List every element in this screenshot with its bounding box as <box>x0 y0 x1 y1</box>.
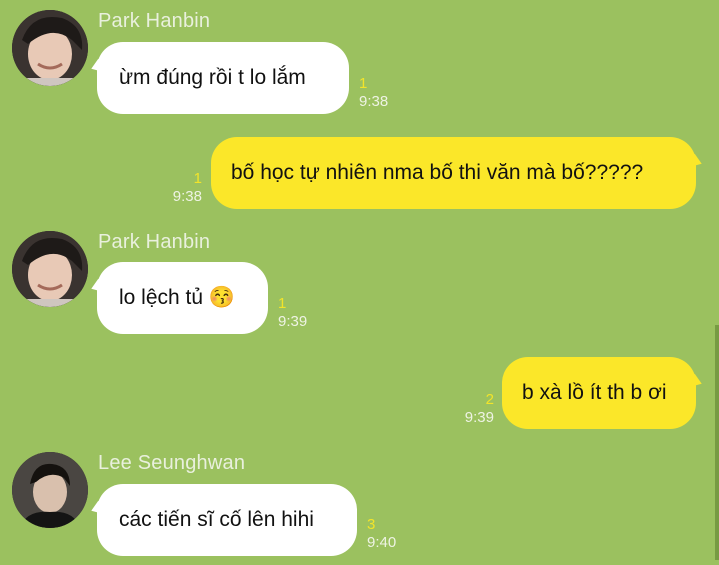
message-meta: 1 9:38 <box>173 170 202 206</box>
message-bubble-incoming[interactable]: các tiến sĩ cố lên hihi <box>97 484 357 556</box>
message-bubble-incoming[interactable]: lo lệch tủ 😚 <box>97 262 268 334</box>
avatar[interactable] <box>12 231 88 307</box>
message-meta: 3 9:40 <box>367 516 396 552</box>
avatar[interactable] <box>12 10 88 86</box>
unread-count: 1 <box>193 170 202 187</box>
message-meta: 2 9:39 <box>465 391 494 427</box>
message-bubble-outgoing[interactable]: b xà lồ ít th b ơi <box>502 357 696 429</box>
message-text: ừm đúng rồi t lo lắm <box>119 66 306 89</box>
message-time: 9:39 <box>464 409 494 426</box>
message-time: 9:38 <box>359 93 389 110</box>
message-text: các tiến sĩ cố lên hihi <box>119 508 314 531</box>
message-time: 9:40 <box>367 534 397 551</box>
message-time: 9:38 <box>172 188 202 205</box>
sender-name: Park Hanbin <box>98 231 211 253</box>
avatar[interactable] <box>12 452 88 528</box>
message-meta: 1 9:39 <box>278 295 307 331</box>
unread-count: 3 <box>367 516 376 533</box>
message-text: b xà lồ ít th b ơi <box>522 381 667 404</box>
message-bubble-outgoing[interactable]: bố học tự nhiên nma bố thi văn mà bố????… <box>211 137 696 209</box>
message-meta: 1 9:38 <box>359 75 388 111</box>
profile-photo-icon <box>12 231 88 307</box>
message-text: lo lệch tủ 😚 <box>119 286 236 309</box>
scrollbar[interactable] <box>715 325 719 560</box>
unread-count: 2 <box>485 391 494 408</box>
unread-count: 1 <box>359 75 368 92</box>
unread-count: 1 <box>278 295 287 312</box>
profile-photo-icon <box>12 452 88 528</box>
message-text: bố học tự nhiên nma bố thi văn mà bố????… <box>231 161 644 184</box>
message-bubble-incoming[interactable]: ừm đúng rồi t lo lắm <box>97 42 349 114</box>
sender-name: Park Hanbin <box>98 10 211 32</box>
sender-name: Lee Seunghwan <box>98 452 246 474</box>
message-time: 9:39 <box>278 313 308 330</box>
profile-photo-icon <box>12 10 88 86</box>
